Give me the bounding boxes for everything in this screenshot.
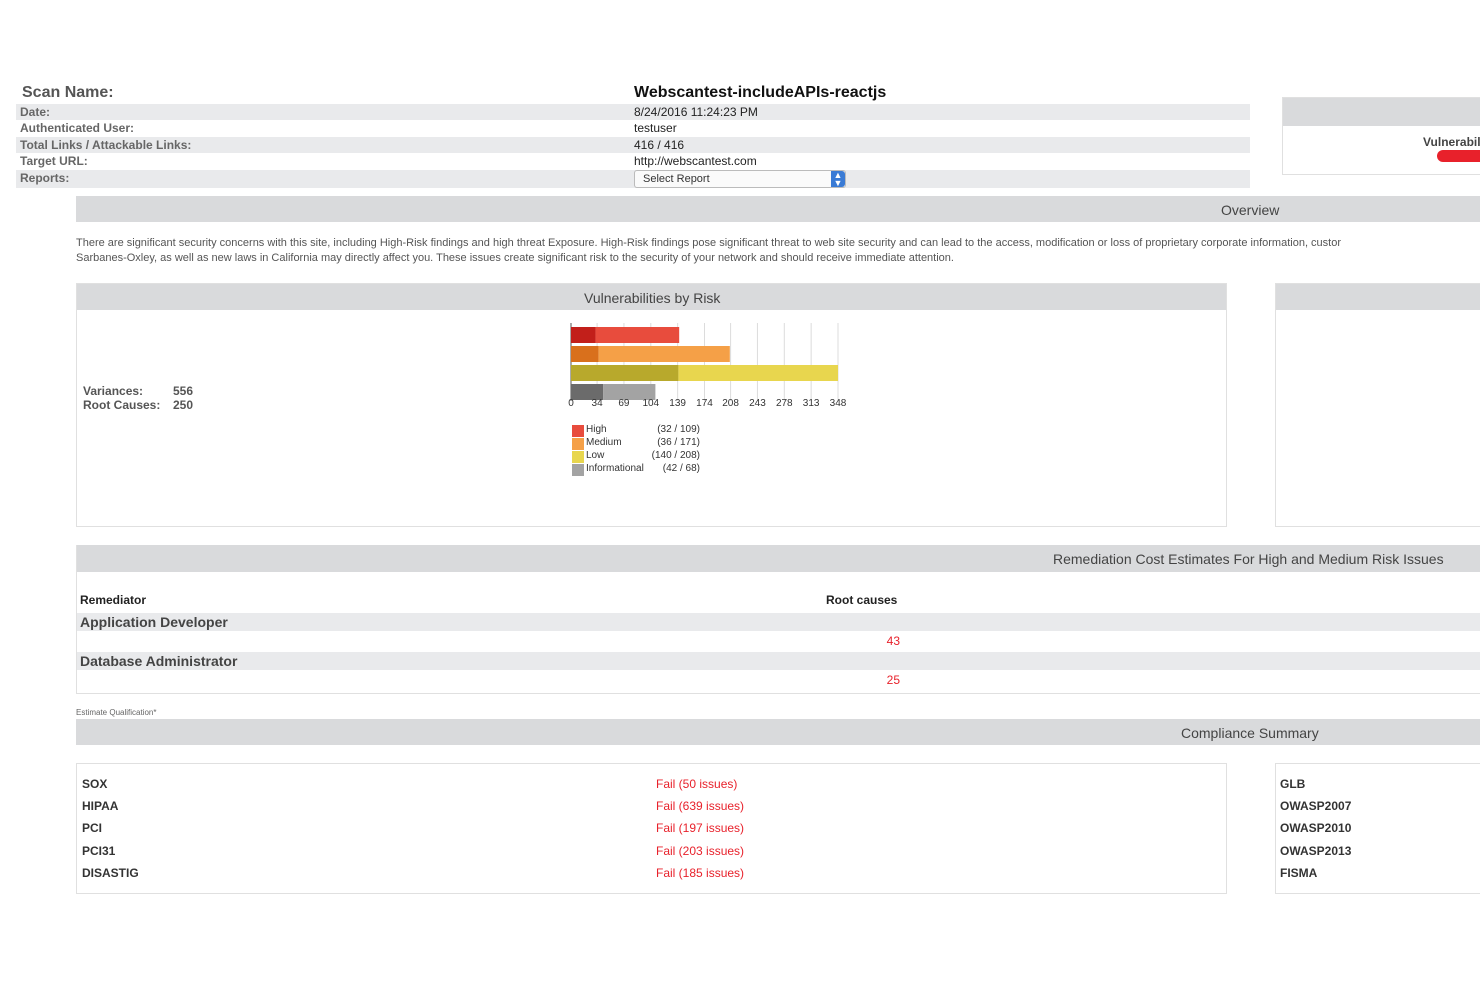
legend-low-count: (140 / 208) bbox=[651, 450, 700, 461]
legend-high-name: High bbox=[586, 424, 607, 435]
compliance-hipaa-result[interactable]: Fail (639 issues) bbox=[656, 799, 744, 813]
x-tick-label: 69 bbox=[618, 398, 630, 409]
legend-low-name: Low bbox=[586, 450, 605, 461]
bar-high-root-causes bbox=[571, 327, 596, 343]
bar-low-variances bbox=[678, 365, 838, 381]
x-tick-label: 0 bbox=[568, 398, 574, 409]
compliance-sox-name: SOX bbox=[82, 777, 108, 791]
database-administrator-value: 25 bbox=[886, 673, 900, 687]
compliance-owasp2007-name: OWASP2007 bbox=[1280, 799, 1352, 813]
x-tick-label: 34 bbox=[591, 398, 603, 409]
compliance-pci31-name: PCI31 bbox=[82, 844, 116, 858]
legend-low-swatch bbox=[572, 451, 584, 463]
compliance-hipaa-name: HIPAA bbox=[82, 799, 119, 813]
compliance-left-panel bbox=[76, 763, 1227, 894]
x-tick-label: 104 bbox=[642, 398, 660, 409]
remediator-column-header: Remediator bbox=[80, 593, 147, 607]
compliance-pci31-result[interactable]: Fail (203 issues) bbox=[656, 844, 744, 858]
estimate-qualification-link[interactable]: Estimate Qualification* bbox=[76, 708, 156, 717]
application-developer-row-bg bbox=[77, 613, 1480, 631]
database-administrator-row-bg bbox=[77, 652, 1480, 670]
legend-informational-name: Informational bbox=[586, 463, 644, 474]
compliance-owasp2013-name: OWASP2013 bbox=[1280, 844, 1352, 858]
bar-medium-root-causes bbox=[571, 346, 599, 362]
legend-informational-swatch bbox=[572, 464, 584, 476]
database-administrator-label: Database Administrator bbox=[80, 653, 238, 669]
secondary-panel bbox=[1275, 283, 1480, 527]
compliance-fisma-name: FISMA bbox=[1280, 866, 1318, 880]
legend-informational-count: (42 / 68) bbox=[662, 463, 700, 474]
x-tick-label: 348 bbox=[829, 398, 847, 409]
compliance-disastig-name: DISASTIG bbox=[82, 866, 139, 880]
application-developer-value: 43 bbox=[886, 634, 900, 648]
compliance-sox-result[interactable]: Fail (50 issues) bbox=[656, 777, 737, 791]
compliance-pci-result[interactable]: Fail (197 issues) bbox=[656, 821, 744, 835]
bar-medium-variances bbox=[598, 346, 730, 362]
x-tick-label: 278 bbox=[775, 398, 793, 409]
compliance-owasp2010-name: OWASP2010 bbox=[1280, 821, 1352, 835]
compliance-pci-name: PCI bbox=[82, 821, 103, 835]
legend-high-swatch bbox=[572, 425, 584, 437]
legend-medium-name: Medium bbox=[586, 437, 622, 448]
bar-low-root-causes bbox=[571, 365, 679, 381]
compliance-disastig-result[interactable]: Fail (185 issues) bbox=[656, 866, 744, 880]
legend-high-count: (32 / 109) bbox=[657, 424, 700, 435]
x-tick-label: 139 bbox=[669, 398, 686, 409]
bar-high-variances bbox=[595, 327, 680, 343]
legend-medium-count: (36 / 171) bbox=[657, 437, 700, 448]
remediation-title: Remediation Cost Estimates For High and … bbox=[1053, 551, 1444, 567]
legend-medium-swatch bbox=[572, 438, 584, 450]
secondary-panel-header bbox=[1276, 284, 1480, 310]
x-tick-label: 208 bbox=[722, 398, 739, 409]
compliance-glb-name: GLB bbox=[1280, 777, 1306, 791]
root-causes-column-header: Root causes bbox=[826, 593, 898, 607]
compliance-title: Compliance Summary bbox=[1181, 725, 1319, 741]
x-tick-label: 243 bbox=[749, 398, 766, 409]
x-tick-label: 174 bbox=[696, 398, 713, 409]
x-tick-label: 313 bbox=[802, 398, 820, 409]
application-developer-label: Application Developer bbox=[80, 614, 228, 630]
